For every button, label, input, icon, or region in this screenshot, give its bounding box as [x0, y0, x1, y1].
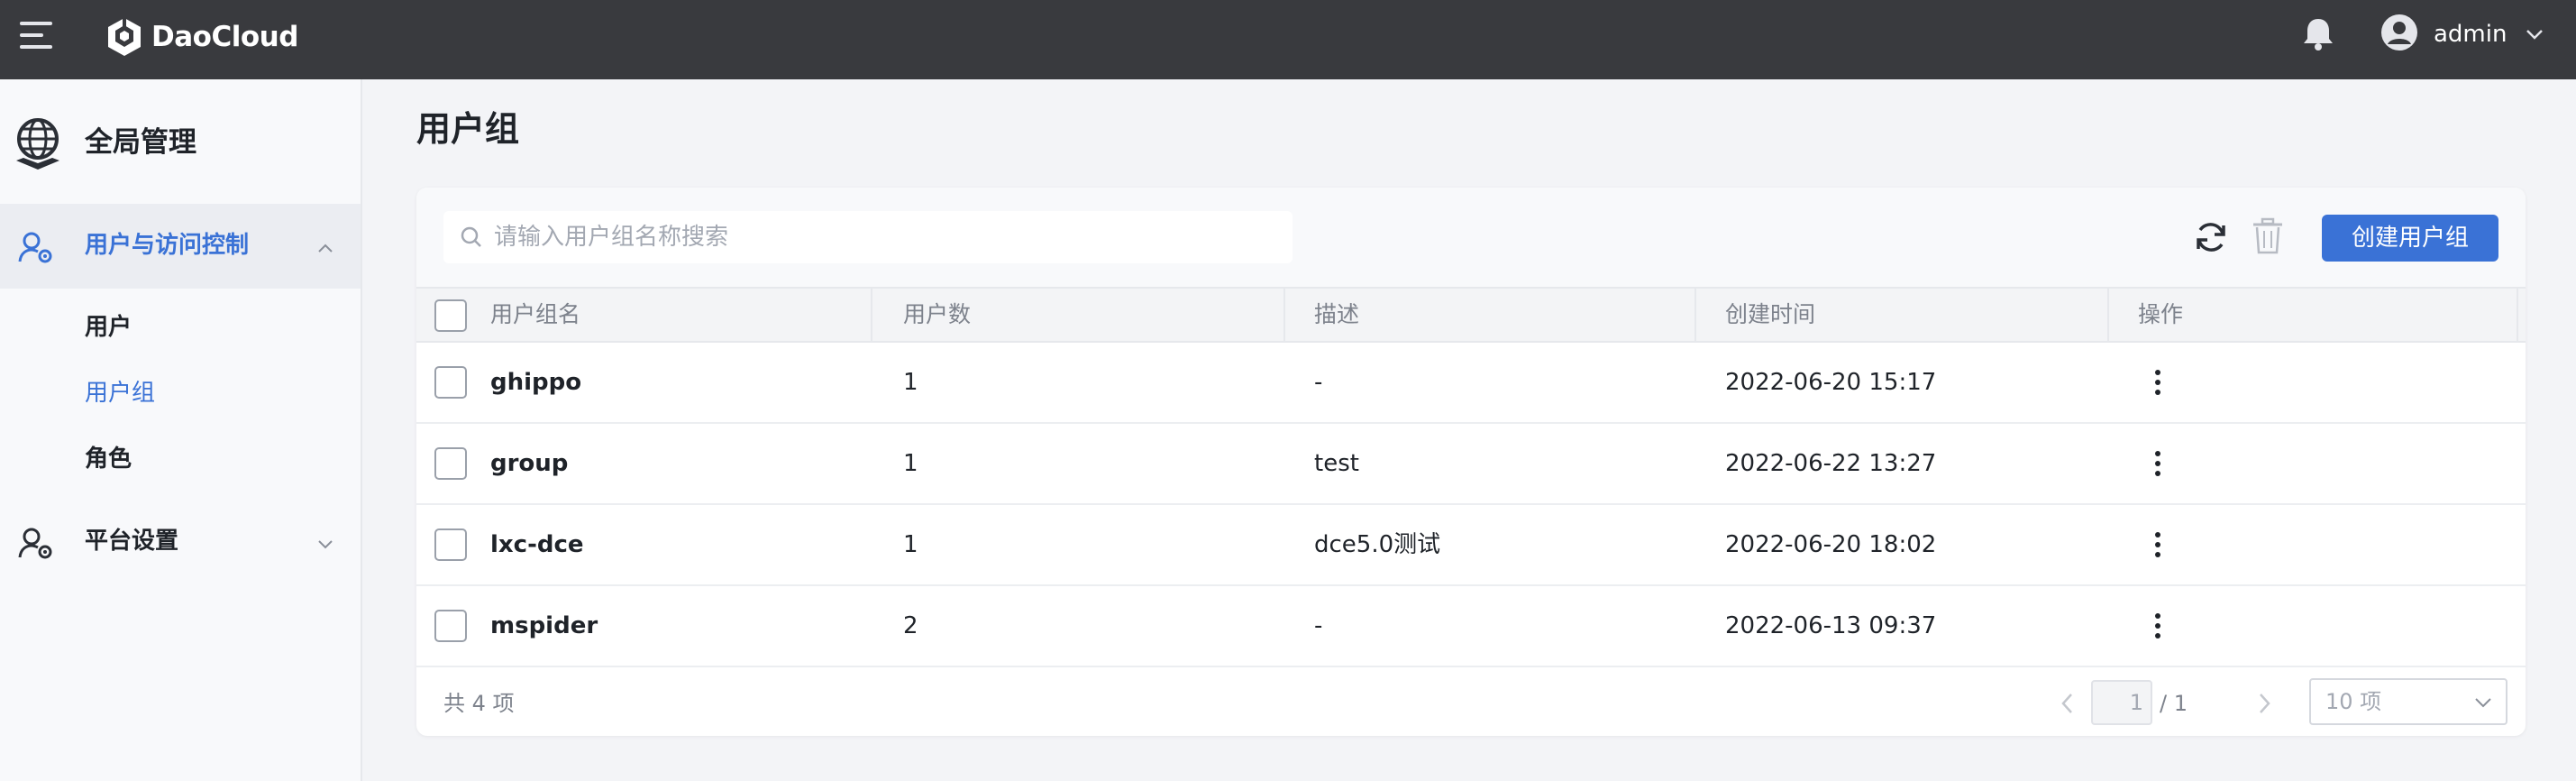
sidebar-item-roles[interactable]: 角色	[85, 441, 132, 477]
chevron-down-icon[interactable]	[2524, 23, 2545, 45]
more-actions-icon[interactable]	[2147, 368, 2169, 397]
table-row[interactable]: ghippo 1 - 2022-06-20 15:17	[416, 343, 2526, 424]
chevron-right-icon[interactable]	[2253, 691, 2275, 716]
page-number-input[interactable]: 1	[2091, 680, 2152, 725]
sidebar-group-access-control[interactable]: 用户与访问控制	[0, 204, 361, 289]
group-description: dce5.0测试	[1314, 531, 1441, 558]
refresh-icon[interactable]	[2192, 218, 2230, 256]
user-avatar-icon[interactable]	[2380, 13, 2419, 52]
user-count: 1	[903, 450, 918, 477]
group-name[interactable]: lxc-dce	[490, 505, 584, 584]
user-count: 1	[903, 531, 918, 558]
created-time: 2022-06-20 15:17	[1725, 369, 1937, 396]
trash-icon[interactable]	[2250, 216, 2286, 256]
group-name[interactable]: group	[490, 424, 568, 503]
brand-logo[interactable]: DaoCloud	[105, 16, 298, 58]
notification-bell-icon[interactable]	[2298, 14, 2338, 54]
row-checkbox[interactable]	[434, 528, 467, 561]
create-user-group-button[interactable]: 创建用户组	[2322, 215, 2498, 262]
chevron-up-icon	[318, 243, 333, 253]
table-footer: 共 4 项 1 / 1 10 项	[416, 671, 2526, 736]
column-header-name[interactable]: 用户组名	[490, 289, 580, 341]
group-name[interactable]: ghippo	[490, 343, 581, 422]
user-settings-icon	[18, 232, 52, 263]
page-size-select[interactable]: 10 项	[2309, 678, 2507, 725]
sidebar-group-platform-settings[interactable]: 平台设置	[0, 500, 361, 584]
group-description: -	[1314, 369, 1323, 396]
column-header-actions: 操作	[2138, 301, 2184, 327]
group-description: test	[1314, 450, 1359, 477]
globe-icon	[16, 118, 59, 170]
more-actions-icon[interactable]	[2147, 611, 2169, 640]
search-input[interactable]	[494, 211, 1269, 263]
group-name[interactable]: mspider	[490, 586, 598, 666]
brand-name: DaoCloud	[151, 21, 298, 53]
created-time: 2022-06-20 18:02	[1725, 531, 1937, 558]
table-row[interactable]: group 1 test 2022-06-22 13:27	[416, 424, 2526, 505]
daocloud-logo-icon	[108, 18, 141, 56]
column-divider	[871, 289, 872, 341]
user-gear-icon	[18, 528, 52, 559]
sidebar-group-label: 用户与访问控制	[85, 232, 250, 259]
user-group-table-card: 创建用户组 用户组名 用户数 描述 创建时间 操作 ghippo 1 - 202…	[416, 188, 2526, 736]
search-icon	[461, 226, 481, 247]
column-header-created[interactable]: 创建时间	[1725, 289, 1815, 341]
more-actions-icon[interactable]	[2147, 530, 2169, 559]
group-description: -	[1314, 612, 1323, 639]
search-box[interactable]	[443, 211, 1293, 263]
user-count: 1	[903, 369, 918, 396]
column-divider	[1694, 289, 1696, 341]
table-row[interactable]: lxc-dce 1 dce5.0测试 2022-06-20 18:02	[416, 505, 2526, 586]
page-size-value: 10 项	[2325, 689, 2382, 714]
column-header-description[interactable]: 描述	[1314, 289, 1359, 341]
select-all-checkbox[interactable]	[434, 299, 467, 332]
created-time: 2022-06-13 09:37	[1725, 612, 1937, 639]
chevron-down-icon	[318, 540, 333, 549]
row-checkbox[interactable]	[434, 447, 467, 480]
page-title: 用户组	[416, 109, 520, 149]
sidebar-item-user-groups[interactable]: 用户组	[85, 375, 155, 411]
more-actions-icon[interactable]	[2147, 449, 2169, 478]
user-count: 2	[903, 612, 918, 639]
row-checkbox[interactable]	[434, 366, 467, 399]
sidebar: 全局管理 用户与访问控制 用户 用户组 角色 平台设置	[0, 79, 362, 781]
top-bar: DaoCloud admin	[0, 0, 2576, 79]
sidebar-header: 全局管理	[0, 115, 361, 188]
table-toolbar: 创建用户组	[416, 188, 2526, 287]
page-total: / 1	[2160, 691, 2188, 716]
column-header-users[interactable]: 用户数	[903, 289, 971, 341]
column-divider	[2107, 289, 2109, 341]
column-divider	[2517, 289, 2518, 341]
created-time: 2022-06-22 13:27	[1725, 450, 1937, 477]
total-count: 共 4 项	[443, 691, 515, 716]
column-divider	[1283, 289, 1285, 341]
sidebar-group-label: 平台设置	[85, 528, 179, 555]
row-checkbox[interactable]	[434, 610, 467, 642]
table-row[interactable]: mspider 2 - 2022-06-13 09:37	[416, 586, 2526, 667]
sidebar-title: 全局管理	[85, 126, 196, 159]
chevron-down-icon	[2475, 698, 2491, 708]
username[interactable]: admin	[2434, 18, 2507, 51]
menu-icon[interactable]	[20, 22, 52, 49]
chevron-left-icon[interactable]	[2057, 691, 2078, 716]
table-header: 用户组名 用户数 描述 创建时间 操作	[416, 287, 2526, 343]
sidebar-item-users[interactable]: 用户	[85, 309, 132, 345]
